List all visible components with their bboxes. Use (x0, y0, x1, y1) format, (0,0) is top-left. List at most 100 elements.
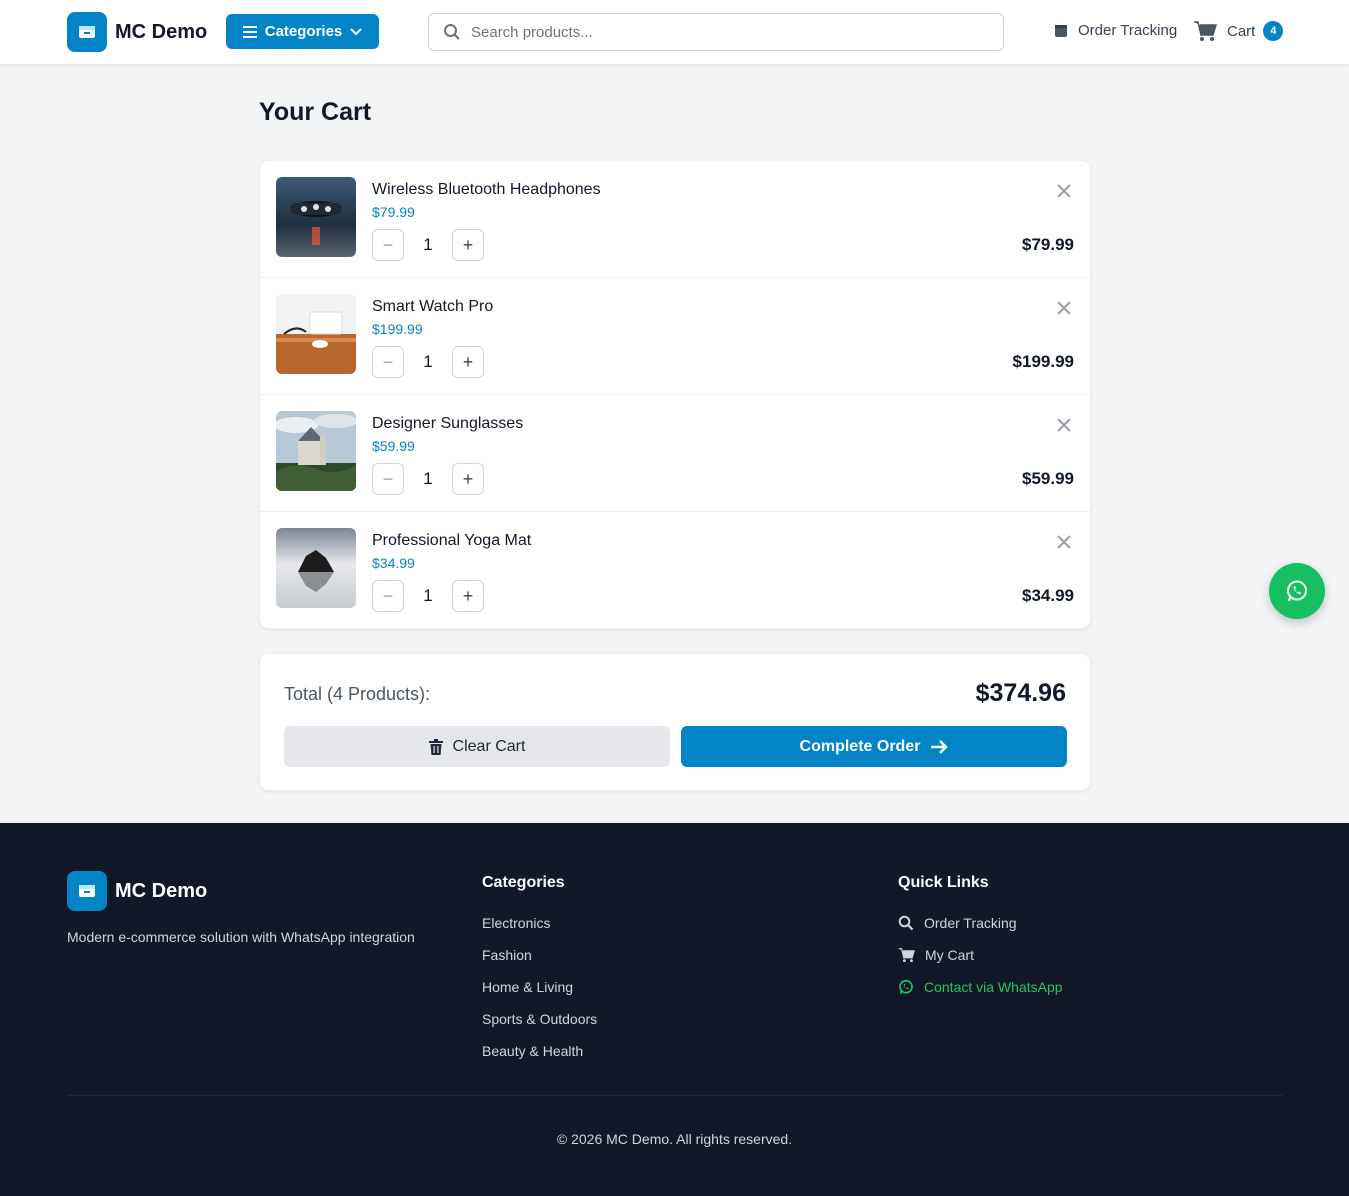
cart-item: Wireless Bluetooth Headphones $79.99 − 1… (260, 161, 1090, 278)
order-tracking-label: Order Tracking (1078, 22, 1178, 39)
clear-cart-label: Clear Cart (452, 737, 526, 755)
footer-order-tracking-link[interactable]: Order Tracking (898, 915, 1017, 931)
store-icon (67, 871, 107, 911)
cart-link[interactable]: Cart 4 (1193, 20, 1284, 42)
brand-logo[interactable]: MC Demo (67, 12, 207, 52)
chevron-down-icon (350, 27, 362, 35)
product-image[interactable] (276, 411, 356, 491)
complete-order-label: Complete Order (799, 737, 921, 755)
close-icon (1057, 184, 1071, 198)
page-title: Your Cart (259, 98, 372, 126)
footer-whatsapp-label: Contact via WhatsApp (924, 979, 1063, 995)
quantity-value: 1 (423, 235, 433, 254)
copyright: © 2026 MC Demo. All rights reserved. (556, 1131, 793, 1147)
product-image[interactable] (276, 294, 356, 374)
remove-item-button[interactable] (1054, 298, 1074, 318)
brand-name: MC Demo (115, 20, 208, 43)
quantity-value: 1 (423, 352, 433, 371)
total-value: $374.96 (975, 679, 1066, 707)
footer-category-link[interactable]: Fashion (482, 947, 532, 963)
menu-icon (242, 25, 257, 38)
decrease-quantity-button[interactable]: − (372, 580, 404, 612)
remove-item-button[interactable] (1054, 532, 1074, 552)
cart-count-badge: 4 (1263, 21, 1284, 41)
footer-divider (67, 1095, 1283, 1096)
search-input[interactable] (471, 23, 971, 41)
footer-quick-links-title: Quick Links (898, 874, 989, 891)
whatsapp-icon (899, 979, 913, 994)
close-icon (1057, 535, 1071, 549)
arrow-right-icon (931, 739, 949, 754)
quantity-value: 1 (423, 469, 433, 488)
unit-price: $59.99 (372, 438, 415, 454)
decrease-quantity-button[interactable]: − (372, 463, 404, 495)
plus-icon: + (462, 585, 474, 606)
categories-button-label: Categories (264, 23, 343, 40)
footer-my-cart-label: My Cart (925, 947, 974, 963)
increase-quantity-button[interactable]: + (452, 463, 484, 495)
footer-whatsapp-link[interactable]: Contact via WhatsApp (898, 979, 1063, 995)
quantity-value: 1 (423, 586, 433, 605)
footer-brand-logo[interactable]: MC Demo (67, 871, 207, 911)
cart-item: Designer Sunglasses $59.99 − 1 + $59.99 (260, 395, 1090, 512)
product-name[interactable]: Designer Sunglasses (372, 415, 523, 433)
footer-category-link[interactable]: Sports & Outdoors (482, 1011, 597, 1027)
unit-price: $199.99 (372, 321, 423, 337)
cart-label: Cart (1227, 22, 1256, 40)
trash-icon (428, 738, 443, 755)
remove-item-button[interactable] (1054, 181, 1074, 201)
store-icon (67, 12, 107, 52)
footer-categories-title: Categories (482, 874, 565, 891)
minus-icon: − (382, 351, 394, 372)
footer-brand-name: MC Demo (115, 879, 208, 902)
box-icon (1055, 24, 1067, 37)
close-icon (1057, 418, 1071, 432)
order-summary-card: Total (4 Products): $374.96 Clear Cart C… (259, 653, 1091, 791)
clear-cart-button[interactable]: Clear Cart (284, 726, 670, 767)
cart-icon (898, 948, 915, 963)
increase-quantity-button[interactable]: + (452, 580, 484, 612)
line-total: $34.99 (1022, 586, 1074, 605)
order-tracking-link[interactable]: Order Tracking (1054, 22, 1177, 39)
line-total: $199.99 (1012, 352, 1074, 371)
footer-description: Modern e-commerce solution with WhatsApp… (67, 929, 415, 945)
cart-item: Smart Watch Pro $199.99 − 1 + $199.99 (260, 278, 1090, 395)
line-total: $59.99 (1022, 469, 1074, 488)
increase-quantity-button[interactable]: + (452, 346, 484, 378)
unit-price: $79.99 (372, 204, 415, 220)
plus-icon: + (462, 351, 474, 372)
cart-icon (1194, 21, 1217, 41)
search-box (428, 13, 1004, 51)
line-total: $79.99 (1022, 235, 1074, 254)
plus-icon: + (462, 234, 474, 255)
site-header: MC Demo Categories Order Tracking Cart 4 (0, 0, 1349, 65)
cart-item: Professional Yoga Mat $34.99 − 1 + $34.9… (260, 512, 1090, 629)
footer-category-link[interactable]: Electronics (482, 915, 550, 931)
footer-order-tracking-label: Order Tracking (924, 915, 1017, 931)
unit-price: $34.99 (372, 555, 415, 571)
categories-button[interactable]: Categories (226, 14, 379, 49)
footer-category-link[interactable]: Home & Living (482, 979, 573, 995)
close-icon (1057, 301, 1071, 315)
decrease-quantity-button[interactable]: − (372, 346, 404, 378)
minus-icon: − (382, 468, 394, 489)
product-name[interactable]: Professional Yoga Mat (372, 532, 531, 550)
footer-my-cart-link[interactable]: My Cart (898, 947, 974, 963)
remove-item-button[interactable] (1054, 415, 1074, 435)
whatsapp-icon (1287, 580, 1307, 602)
minus-icon: − (382, 234, 394, 255)
footer-category-link[interactable]: Beauty & Health (482, 1043, 583, 1059)
product-image[interactable] (276, 177, 356, 257)
product-name[interactable]: Smart Watch Pro (372, 298, 493, 316)
decrease-quantity-button[interactable]: − (372, 229, 404, 261)
increase-quantity-button[interactable]: + (452, 229, 484, 261)
whatsapp-chat-button[interactable] (1269, 563, 1325, 619)
product-image[interactable] (276, 528, 356, 608)
search-icon (898, 915, 914, 931)
search-icon (444, 24, 460, 40)
plus-icon: + (462, 468, 474, 489)
product-name[interactable]: Wireless Bluetooth Headphones (372, 181, 601, 199)
complete-order-button[interactable]: Complete Order (681, 726, 1067, 767)
cart-items-card: Wireless Bluetooth Headphones $79.99 − 1… (259, 160, 1091, 629)
site-footer: MC Demo Modern e-commerce solution with … (0, 823, 1349, 1196)
